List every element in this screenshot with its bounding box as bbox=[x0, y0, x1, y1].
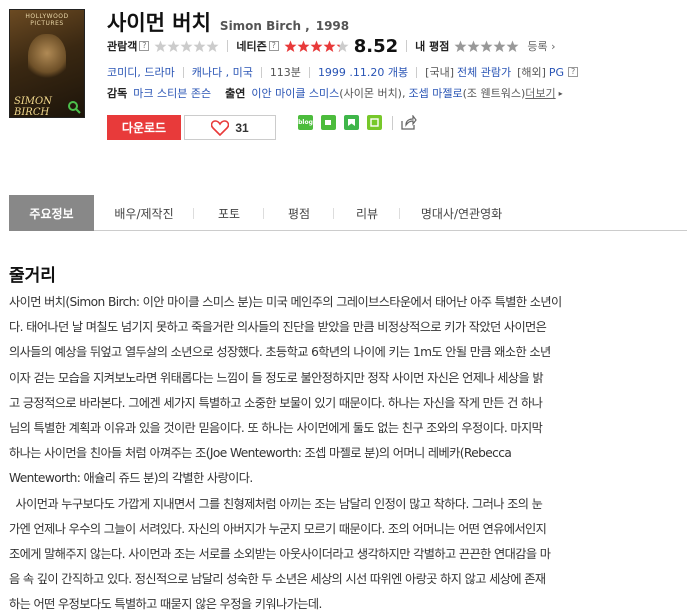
blog-share-icon[interactable]: blog bbox=[298, 115, 313, 130]
my-rating-stars[interactable] bbox=[454, 40, 519, 53]
grade-kr-label: [국내] bbox=[425, 66, 454, 79]
netizen-stars bbox=[284, 40, 349, 53]
help-icon[interactable]: ? bbox=[568, 67, 579, 77]
tab-photo[interactable]: 포토 bbox=[194, 195, 264, 231]
netizen-score: 8.52 bbox=[353, 35, 399, 57]
help-icon[interactable]: ? bbox=[139, 41, 150, 51]
detail-tabs: 주요정보 배우/제작진 포토 평점 리뷰 명대사/연관영화 bbox=[9, 195, 687, 231]
movie-title-en: Simon Birch , bbox=[219, 19, 310, 33]
chevron-right-icon: › bbox=[551, 40, 556, 53]
share-bar: blog bbox=[298, 115, 417, 130]
more-cast-link[interactable]: 더보기 bbox=[525, 85, 555, 101]
divider bbox=[182, 66, 184, 78]
star-icon[interactable] bbox=[493, 40, 506, 53]
actor-link[interactable]: 조셉 마젤로 bbox=[408, 85, 462, 101]
synopsis-line: 다. 태어나던 날 며칠도 넘기지 못하고 죽을거란 의사들의 진단을 받았을 … bbox=[9, 320, 547, 335]
movie-title-ko: 사이먼 버치 bbox=[107, 11, 211, 35]
grade-intl-label: [해외] bbox=[517, 66, 546, 79]
star-icon bbox=[310, 40, 323, 52]
netizen-rating-label: 네티즌 bbox=[236, 40, 267, 53]
star-icon bbox=[284, 40, 297, 52]
divider bbox=[260, 66, 262, 78]
tab-main-info[interactable]: 주요정보 bbox=[9, 195, 94, 231]
synopsis-line: 이자 걷는 모습을 지켜보노라면 위태롭다는 느낌이 들 정도로 불안정하지만 … bbox=[9, 370, 544, 385]
star-icon[interactable] bbox=[480, 40, 493, 53]
poster-figure bbox=[28, 34, 66, 82]
cast-label: 출연 bbox=[225, 87, 246, 100]
poster-studio-text: HOLLYWOOD PICTURES bbox=[25, 13, 69, 27]
actor-role: (조 웬트워스) bbox=[462, 87, 526, 100]
actor-role: (사이몬 버치), bbox=[339, 87, 406, 100]
synopsis-line: 하나는 사이먼을 친아들 처럼 아껴주는 조(Joe Wenteworth: 조… bbox=[9, 446, 512, 461]
heart-icon bbox=[211, 119, 230, 136]
star-icon bbox=[180, 40, 193, 52]
download-button[interactable]: 다운로드 bbox=[107, 115, 181, 140]
actor-link[interactable]: 이안 마이클 스미스 bbox=[251, 85, 339, 101]
like-button[interactable]: 31 bbox=[184, 115, 276, 140]
tab-review[interactable]: 리뷰 bbox=[334, 195, 400, 231]
star-icon bbox=[167, 40, 180, 52]
synopsis-line: 고 긍정적으로 바라본다. 그에겐 세가지 특별하고 소중한 보물이 있기 때문… bbox=[9, 395, 543, 410]
my-rating-label: 내 평점 bbox=[415, 40, 450, 53]
caret-right-icon: ▸ bbox=[558, 88, 563, 98]
tab-quotes-related[interactable]: 명대사/연관영화 bbox=[400, 195, 523, 231]
movie-poster[interactable]: HOLLYWOOD PICTURES SIMON BIRCH bbox=[9, 9, 85, 118]
release-date-link[interactable]: 1999 .11.20 개봉 bbox=[318, 64, 408, 80]
movie-year: 1998 bbox=[315, 19, 350, 33]
director-label: 감독 bbox=[107, 87, 128, 100]
star-icon bbox=[193, 40, 206, 52]
divider bbox=[392, 115, 393, 130]
movie-info-row: 코미디, 드라마 캐나다 , 미국 113분 1999 .11.20 개봉 [국… bbox=[107, 64, 579, 80]
country-link[interactable]: 캐나다 , 미국 bbox=[192, 64, 253, 80]
tab-rating[interactable]: 평점 bbox=[264, 195, 334, 231]
divider bbox=[227, 40, 229, 52]
bookmark-share-icon[interactable] bbox=[344, 115, 359, 130]
divider bbox=[416, 66, 418, 78]
synopsis-line: Wenteworth: 애슐리 쥬드 분)의 각별한 사랑이다. bbox=[9, 471, 253, 486]
movie-title-row: 사이먼 버치 Simon Birch , 1998 bbox=[107, 7, 350, 35]
synopsis-title: 줄거리 bbox=[9, 266, 56, 286]
magnifier-icon[interactable] bbox=[67, 100, 81, 114]
synopsis-text: 사이먼 버치(Simon Birch: 이안 마이클 스미스 분)는 미국 메인… bbox=[9, 290, 682, 614]
director-link[interactable]: 마크 스티븐 존슨 bbox=[133, 85, 211, 101]
star-icon[interactable] bbox=[506, 40, 519, 53]
share-icon[interactable] bbox=[401, 115, 417, 130]
synopsis-line: 사이먼 버치(Simon Birch: 이안 마이클 스미스 분)는 미국 메인… bbox=[9, 295, 562, 309]
star-icon bbox=[154, 40, 167, 52]
grade-kr-link[interactable]: 전체 관람가 bbox=[457, 64, 511, 80]
star-icon[interactable] bbox=[467, 40, 480, 53]
like-count: 31 bbox=[235, 120, 249, 135]
divider bbox=[308, 66, 310, 78]
synopsis-line: 사이먼과 누구보다도 가깝게 지내면서 그를 친형제처럼 아끼는 조는 남달리 … bbox=[9, 496, 543, 511]
star-icon bbox=[206, 40, 219, 52]
credits-row: 감독 마크 스티븐 존슨 출연 이안 마이클 스미스 (사이몬 버치), 조셉 … bbox=[107, 85, 563, 101]
synopsis-line: 님의 특별한 계획과 이유과 있을 것이란 믿음이다. 또 하나는 사이먼에게 … bbox=[9, 421, 543, 436]
star-icon bbox=[297, 40, 310, 52]
star-icon bbox=[336, 40, 349, 52]
ratings-row: 관람객 ? 네티즌 ? 8.52 내 평점 등록 › bbox=[107, 35, 556, 57]
synopsis-line: 조에게 말해주지 않는다. 사이먼과 조는 서로를 소외받는 아웃사이더라고 생… bbox=[9, 547, 551, 562]
memo-share-icon[interactable] bbox=[367, 115, 382, 130]
audience-stars bbox=[154, 40, 219, 53]
star-icon bbox=[323, 40, 336, 52]
register-rating-link[interactable]: 등록 › bbox=[527, 38, 555, 54]
help-icon[interactable]: ? bbox=[268, 41, 279, 51]
synopsis-line: 가엔 언제나 우수의 그늘이 서려있다. 자신의 아버지가 누군지 모르기 때문… bbox=[9, 521, 547, 536]
genre-link[interactable]: 코미디, 드라마 bbox=[107, 64, 175, 80]
synopsis-line: 의사들의 예상을 뒤엎고 열두살의 소년으로 성장했다. 초등학교 6학년의 나… bbox=[9, 345, 551, 360]
synopsis-line: 하는 어떤 우정보다도 특별하고 때묻지 않은 우정을 키워나가는데. bbox=[9, 597, 322, 612]
divider bbox=[406, 40, 408, 52]
star-icon[interactable] bbox=[454, 40, 467, 53]
tab-cast-crew[interactable]: 배우/제작진 bbox=[94, 195, 194, 231]
runtime: 113분 bbox=[269, 66, 301, 79]
synopsis-line: 음 속 깊이 간직하고 있다. 정신적으로 남달리 성숙한 두 소년은 세상의 … bbox=[9, 572, 546, 587]
grade-intl-link[interactable]: PG bbox=[549, 66, 564, 79]
audience-rating-label: 관람객 bbox=[107, 40, 138, 53]
cafe-share-icon[interactable] bbox=[321, 115, 336, 130]
